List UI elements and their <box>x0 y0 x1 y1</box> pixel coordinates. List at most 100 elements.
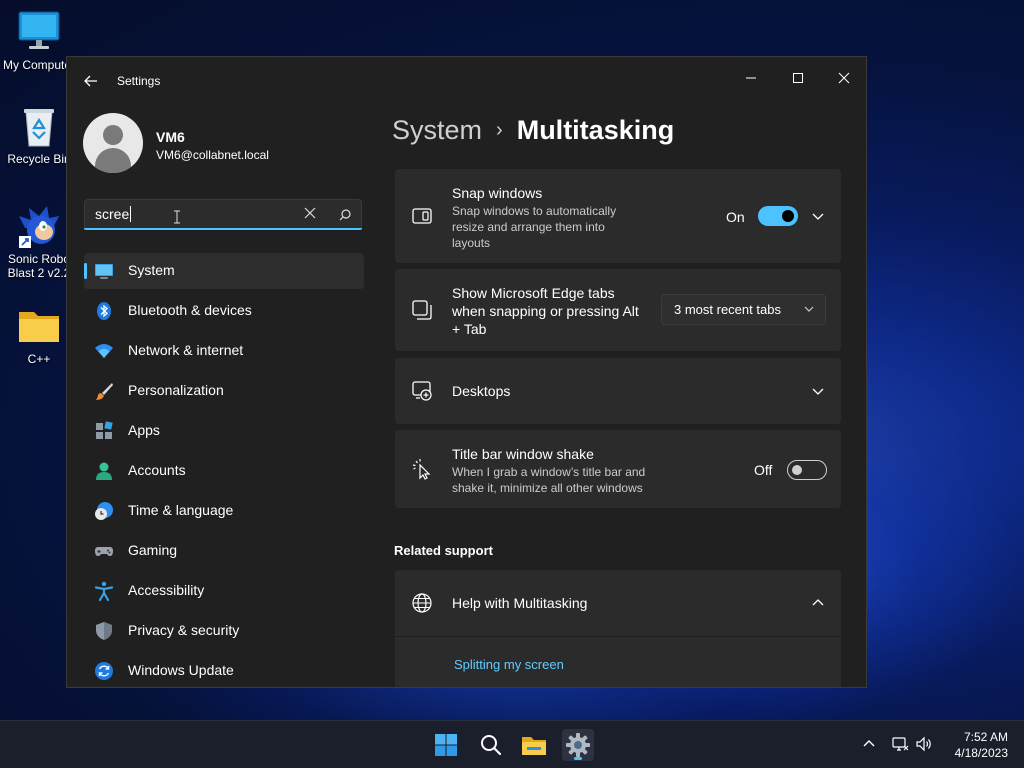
chevron-up-icon <box>812 599 824 606</box>
sidebar-item-accessibility[interactable]: Accessibility <box>84 573 364 609</box>
file-explorer-icon <box>522 737 546 755</box>
edge-tabs-title-line-1: Show Microsoft Edge tabs <box>452 285 615 301</box>
taskbar: 7:52 AM 4/18/2023 <box>0 720 1024 768</box>
settings-taskbar-button[interactable] <box>562 729 594 761</box>
computer-icon <box>17 10 61 54</box>
brush-icon <box>96 383 113 400</box>
support-link-splitting-screen[interactable]: Splitting my screen <box>454 657 564 672</box>
sidebar-item-label: Personalization <box>128 382 224 398</box>
breadcrumb-separator: › <box>496 119 503 141</box>
breadcrumb-parent[interactable]: System <box>392 115 482 145</box>
sidebar-item-label: Privacy & security <box>128 622 240 638</box>
gamepad-icon <box>95 547 113 556</box>
network-tray-icon[interactable] <box>891 735 909 753</box>
sidebar-item-personalization[interactable]: Personalization <box>84 373 364 409</box>
clock-date: 4/18/2023 <box>954 746 1008 760</box>
accounts-icon <box>96 462 112 480</box>
apps-icon <box>96 421 113 439</box>
globe-icon <box>412 593 432 613</box>
desktops-card[interactable]: Desktops <box>395 358 841 424</box>
desktops-title: Desktops <box>452 383 511 399</box>
snap-windows-toggle[interactable] <box>758 206 798 226</box>
search-input[interactable]: scree <box>84 199 362 230</box>
shake-cursor-icon <box>412 459 431 480</box>
sidebar-item-bluetooth[interactable]: Bluetooth & devices <box>84 293 364 329</box>
toggle-knob <box>792 465 802 475</box>
sidebar-item-accounts[interactable]: Accounts <box>84 453 364 489</box>
divider <box>395 636 841 637</box>
title-bar-shake-card: Title bar window shake When I grab a win… <box>395 430 841 508</box>
minimize-button[interactable] <box>731 65 771 95</box>
taskbar-search-button[interactable] <box>474 729 506 761</box>
search-button[interactable] <box>335 205 355 225</box>
sidebar-nav: System Bluetooth & devices Network & int… <box>84 253 364 687</box>
help-multitasking-title: Help with Multitasking <box>452 595 588 611</box>
title-bar-shake-toggle[interactable] <box>787 460 827 480</box>
minimize-icon <box>746 77 756 79</box>
text-cursor-icon <box>174 210 180 224</box>
snap-toggle-state: On <box>726 209 745 225</box>
shake-toggle-state: Off <box>754 462 773 478</box>
avatar-body <box>95 148 131 173</box>
add-desktop-icon <box>412 381 432 401</box>
snap-windows-card[interactable]: Snap windows Snap windows to automatical… <box>395 169 841 263</box>
toggle-knob <box>782 210 794 222</box>
back-button[interactable] <box>81 71 101 91</box>
maximize-button[interactable] <box>778 65 818 95</box>
snap-layout-icon <box>412 208 432 224</box>
sidebar-item-label: System <box>128 262 175 278</box>
edge-tabs-title-line-2: when snapping or pressing Alt <box>452 303 639 319</box>
search-focus-underline <box>84 228 362 230</box>
title-bar-shake-description-line-1: When I grab a window’s title bar and <box>452 465 646 479</box>
sonic-game-icon <box>17 204 61 248</box>
sidebar-item-system[interactable]: System <box>84 253 364 289</box>
snap-windows-description-line-1: Snap windows to automatically <box>452 204 617 218</box>
sidebar-item-gaming[interactable]: Gaming <box>84 533 364 569</box>
sidebar-item-time-language[interactable]: Time & language <box>84 493 364 529</box>
show-hidden-icons-button[interactable] <box>860 735 878 753</box>
search-input-text: scree <box>95 206 132 222</box>
sidebar-item-privacy-security[interactable]: Privacy & security <box>84 613 364 649</box>
sidebar-item-label: Bluetooth & devices <box>128 302 252 318</box>
alt-tab-icon <box>412 300 432 320</box>
snap-windows-description-line-2: resize and arrange them into <box>452 220 605 234</box>
volume-tray-icon[interactable] <box>915 735 933 753</box>
edge-tabs-dropdown[interactable]: 3 most recent tabs <box>661 294 826 325</box>
avatar[interactable] <box>83 113 143 173</box>
active-indicator <box>574 757 582 760</box>
title-bar-shake-description-line-2: shake it, minimize all other windows <box>452 481 643 495</box>
close-icon <box>304 207 316 219</box>
text-caret <box>130 206 132 222</box>
search-icon <box>481 735 502 756</box>
sidebar-item-windows-update[interactable]: Windows Update <box>84 653 364 687</box>
app-title: Settings <box>117 74 161 88</box>
clear-search-button[interactable] <box>299 204 321 226</box>
avatar-head <box>103 125 123 145</box>
edge-tabs-title-line-3: + Tab <box>452 321 487 337</box>
settings-window: Settings VM6 VM6@collabnet.local scree S… <box>66 56 867 688</box>
clock-globe-icon <box>95 502 113 520</box>
recycle-bin-icon <box>17 104 61 148</box>
taskbar-clock[interactable]: 7:52 AM 4/18/2023 <box>955 729 1008 761</box>
edge-tabs-card: Show Microsoft Edge tabs when snapping o… <box>395 269 841 351</box>
sidebar-item-label: Apps <box>128 422 160 438</box>
start-button[interactable] <box>430 729 462 761</box>
search-value: scree <box>95 206 130 222</box>
windows-logo-icon <box>435 734 457 756</box>
file-explorer-button[interactable] <box>518 729 550 761</box>
sidebar-item-apps[interactable]: Apps <box>84 413 364 449</box>
sidebar-item-label: Gaming <box>128 542 178 558</box>
network-icon <box>892 737 909 751</box>
sidebar-item-label: Accounts <box>128 462 186 478</box>
sidebar-item-network[interactable]: Network & internet <box>84 333 364 369</box>
sidebar-item-label: Time & language <box>128 502 234 518</box>
sidebar-item-label: Network & internet <box>128 342 244 358</box>
chevron-down-icon[interactable] <box>810 208 826 224</box>
title-bar-shake-title: Title bar window shake <box>452 446 594 462</box>
update-icon <box>95 662 113 680</box>
chevron-up-icon <box>863 740 875 747</box>
close-button[interactable] <box>824 65 864 95</box>
chevron-down-icon <box>804 306 814 312</box>
help-multitasking-header[interactable]: Help with Multitasking <box>395 570 841 636</box>
dropdown-selected-value: 3 most recent tabs <box>674 302 781 317</box>
